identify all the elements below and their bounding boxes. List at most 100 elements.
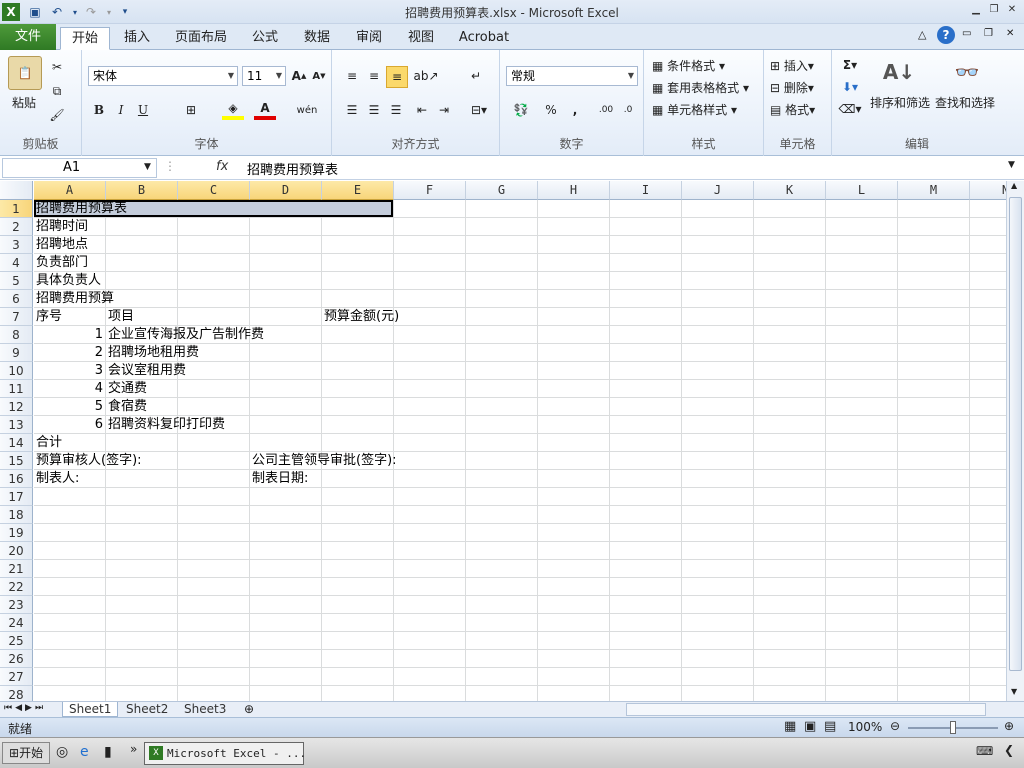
normal-view-icon[interactable]: ▦: [784, 719, 796, 734]
start-button[interactable]: ⊞开始: [2, 742, 51, 764]
tab-review[interactable]: 审阅: [348, 27, 390, 50]
merge-center-icon[interactable]: ⊟▾: [466, 100, 492, 120]
cell-A11[interactable]: 4: [34, 380, 103, 398]
scroll-up-icon[interactable]: ▲: [1011, 181, 1017, 190]
sheet-tab-3[interactable]: Sheet3: [178, 702, 232, 717]
zoom-level[interactable]: 100%: [848, 720, 882, 734]
paste-button[interactable]: 粘贴: [12, 94, 36, 111]
zoom-in-icon[interactable]: ⊕: [1004, 719, 1014, 733]
collapse-ribbon-icon[interactable]: △: [918, 28, 926, 41]
clear-icon[interactable]: ⌫▾: [839, 100, 862, 118]
cell-E7[interactable]: 预算金额(元): [324, 308, 399, 326]
column-header-F[interactable]: F: [394, 181, 466, 200]
column-header-M[interactable]: M: [898, 181, 970, 200]
cell-A10[interactable]: 3: [34, 362, 103, 380]
decrease-decimal-icon[interactable]: .0: [618, 100, 638, 120]
row-header-23[interactable]: 23: [0, 596, 33, 614]
row-header-5[interactable]: 5: [0, 272, 33, 290]
select-all-corner[interactable]: [0, 181, 33, 200]
format-as-table-button[interactable]: ▦ 套用表格格式 ▾: [652, 79, 749, 96]
tab-page-layout[interactable]: 页面布局: [170, 27, 232, 50]
align-left-icon[interactable]: ☰: [342, 100, 362, 120]
column-header-G[interactable]: G: [466, 181, 538, 200]
expand-formula-bar-icon[interactable]: ▼: [1008, 160, 1015, 170]
new-sheet-icon[interactable]: ⊕: [244, 702, 254, 716]
row-header-17[interactable]: 17: [0, 488, 33, 506]
row-header-16[interactable]: 16: [0, 470, 33, 488]
cell-A14[interactable]: 合计: [36, 434, 62, 452]
fill-icon[interactable]: ⬇▾: [840, 78, 860, 96]
close-icon[interactable]: ✕: [1004, 3, 1020, 17]
page-layout-view-icon[interactable]: ▣: [804, 719, 816, 734]
wb-close-icon[interactable]: ✕: [1006, 28, 1014, 39]
shrink-font-icon[interactable]: A ▼: [310, 66, 328, 86]
column-header-H[interactable]: H: [538, 181, 610, 200]
sort-filter-button[interactable]: 排序和筛选: [870, 94, 930, 111]
row-header-8[interactable]: 8: [0, 326, 33, 344]
align-center-icon[interactable]: ☰: [364, 100, 384, 120]
help-icon[interactable]: ?: [937, 26, 955, 44]
row-header-21[interactable]: 21: [0, 560, 33, 578]
format-painter-icon[interactable]: 🖌: [48, 106, 66, 124]
row-header-15[interactable]: 15: [0, 452, 33, 470]
zoom-out-icon[interactable]: ⊖: [890, 719, 900, 733]
font-size-combo[interactable]: 11 ▼: [242, 66, 286, 86]
row-header-24[interactable]: 24: [0, 614, 33, 632]
tab-home[interactable]: 开始: [60, 27, 110, 50]
cell-A2[interactable]: 招聘时间: [36, 218, 88, 236]
phonetic-icon[interactable]: wén: [296, 100, 318, 120]
font-name-combo[interactable]: 宋体 ▼: [88, 66, 238, 86]
cell-A6[interactable]: 招聘费用预算: [36, 290, 114, 308]
cell-styles-button[interactable]: ▦ 单元格样式 ▾: [652, 101, 737, 118]
name-box[interactable]: A1: [2, 158, 157, 178]
browser-icon[interactable]: e: [80, 744, 89, 760]
cell-A7[interactable]: 序号: [36, 308, 62, 326]
row-header-25[interactable]: 25: [0, 632, 33, 650]
cell-A9[interactable]: 2: [34, 344, 103, 362]
align-bottom-icon[interactable]: ≡: [386, 66, 408, 88]
cell-A4[interactable]: 负责部门: [36, 254, 88, 272]
insert-function-icon[interactable]: fx: [216, 159, 228, 174]
cell-A8[interactable]: 1: [34, 326, 103, 344]
column-header-A[interactable]: A: [34, 181, 106, 200]
horizontal-scrollbar[interactable]: [626, 703, 986, 716]
tab-acrobat[interactable]: Acrobat: [452, 27, 516, 50]
quicklaunch-ie-icon[interactable]: ◎: [56, 744, 68, 760]
cell-A5[interactable]: 具体负责人: [36, 272, 101, 290]
wb-restore-icon[interactable]: ❐: [984, 28, 993, 39]
tab-insert[interactable]: 插入: [114, 27, 160, 50]
cell-A12[interactable]: 5: [34, 398, 103, 416]
spreadsheet-grid[interactable]: ABCDEFGHIJKLMN 1 2 3 4 5 6 7 8 9 10 11 12 13 14 15 16 17…: [0, 181, 1006, 701]
row-header-19[interactable]: 19: [0, 524, 33, 542]
column-header-K[interactable]: K: [754, 181, 826, 200]
vertical-scrollbar[interactable]: ▲ ▼: [1006, 181, 1024, 701]
cut-icon[interactable]: ✂: [48, 58, 66, 76]
fill-color-icon[interactable]: ◈: [222, 100, 244, 120]
more-icon[interactable]: »: [130, 742, 137, 756]
bold-icon[interactable]: B: [90, 100, 108, 120]
italic-icon[interactable]: I: [112, 100, 130, 120]
keyboard-icon[interactable]: ⌨: [976, 744, 993, 758]
row-header-6[interactable]: 6: [0, 290, 33, 308]
restore-icon[interactable]: ❐: [986, 3, 1002, 17]
row-header-12[interactable]: 12: [0, 398, 33, 416]
column-header-J[interactable]: J: [682, 181, 754, 200]
cell-B8[interactable]: 企业宣传海报及广告制作费: [108, 326, 264, 344]
autosum-icon[interactable]: Σ▾: [840, 56, 860, 74]
page-break-view-icon[interactable]: ▤: [824, 719, 836, 734]
row-header-1[interactable]: 1: [0, 200, 33, 218]
cell-A3[interactable]: 招聘地点: [36, 236, 88, 254]
sort-filter-icon[interactable]: A↓: [882, 56, 916, 88]
column-header-C[interactable]: C: [178, 181, 250, 200]
find-select-button[interactable]: 查找和选择: [935, 94, 995, 111]
copy-icon[interactable]: ⧉: [48, 82, 66, 100]
row-header-28[interactable]: 28: [0, 686, 33, 701]
row-header-10[interactable]: 10: [0, 362, 33, 380]
wrap-text-icon[interactable]: ↵: [466, 66, 486, 86]
scroll-down-icon[interactable]: ▼: [1011, 687, 1017, 696]
row-header-14[interactable]: 14: [0, 434, 33, 452]
paste-icon[interactable]: 📋: [8, 56, 42, 90]
row-header-7[interactable]: 7: [0, 308, 33, 326]
row-header-18[interactable]: 18: [0, 506, 33, 524]
cell-B9[interactable]: 招聘场地租用费: [108, 344, 199, 362]
